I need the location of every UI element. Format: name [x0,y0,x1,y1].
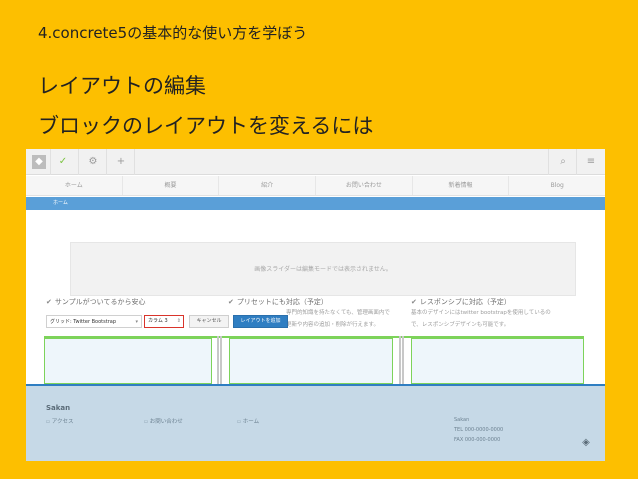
concrete5-screenshot: ◆ ✓ ⚙ + ⌕ ≡ ホーム 概要 紹介 お問い合わせ 新着情報 Blog ホ… [26,149,605,461]
site-footer: Sakan ▫ アクセス ▫ お問い合わせ ▫ ホーム Sakan TEL 000-0… [26,384,605,461]
layout-column-2[interactable] [229,338,393,384]
column-resize-handle[interactable] [220,336,222,384]
columns-field[interactable]: カラム 3 ⇕ [144,315,184,328]
slide-title-line2: ブロックのレイアウトを変えるには [38,114,374,138]
feature-text-3-line2: で、レスポンシブデザインも可能です。 [411,322,510,328]
link-icon: ▫ [144,419,148,425]
check-icon: ✔ [411,298,417,306]
footer-site-name: Sakan [46,404,71,412]
grid-select[interactable]: グリッド: Twitter Bootstrap ▾ [46,315,142,328]
column-resize-handle[interactable] [217,336,219,384]
nav-item-home[interactable]: ホーム [26,176,123,195]
spinner-icon: ⇕ [176,318,181,324]
cancel-button[interactable]: キャンセル [189,315,229,328]
toolbar-divider [50,149,51,175]
feature-title-2: ✔ プリセットにも対応（予定） [228,298,328,306]
concrete5-badge-icon[interactable]: ◈ [580,437,592,449]
toolbar-divider [134,149,135,175]
link-icon: ▫ [237,419,241,425]
toolbar-divider [576,149,577,175]
nav-item-news[interactable]: 新着情報 [413,176,510,195]
layout-column-3[interactable] [411,338,584,384]
slide-header: 4.concrete5の基本的な使い方を学ぼう [38,24,308,42]
column-resize-handle[interactable] [399,336,401,384]
slide-title-line1: レイアウトの編集 [38,74,206,98]
plus-icon[interactable]: + [114,155,128,169]
concrete5-logo-icon[interactable]: ◆ [32,155,46,169]
add-layout-button[interactable]: レイアウトを追加 [233,315,288,328]
breadcrumb[interactable]: ホーム [26,197,605,210]
layout-columns [44,336,584,384]
chevron-down-icon: ▾ [135,319,138,325]
nav-item-intro[interactable]: 紹介 [219,176,317,195]
footer-info-name: Sakan [454,417,470,423]
nav-item-overview[interactable]: 概要 [123,176,220,195]
layout-toolbar: グリッド: Twitter Bootstrap ▾ カラム 3 ⇕ キャンセル … [44,315,288,329]
nav-item-contact[interactable]: お問い合わせ [316,176,413,195]
feature-title-3: ✔ レスポンシブに対応（予定） [411,298,511,306]
link-icon: ▫ [46,419,50,425]
column-resize-handle[interactable] [402,336,404,384]
gear-icon[interactable]: ⚙ [86,155,100,169]
footer-info-fax: FAX 000-000-0000 [454,437,501,443]
feature-title-1: ✔ サンプルがついてるから安心 [46,298,146,306]
toolbar-divider [106,149,107,175]
feature-text-3-line1: 基本のデザインにはtwitter bootstrapを使用しているの [411,310,551,316]
footer-info-tel: TEL 000-0000-0000 [454,427,504,433]
layout-column-1[interactable] [44,338,212,384]
edit-toolbar: ◆ ✓ ⚙ + ⌕ ≡ [26,149,605,175]
footer-link-home[interactable]: ▫ ホーム [237,417,259,425]
footer-divider [26,384,605,386]
image-slider-placeholder[interactable]: 画像スライダーは編集モードでは表示されません。 [70,242,576,296]
site-nav: ホーム 概要 紹介 お問い合わせ 新着情報 Blog [26,176,605,196]
nav-item-blog[interactable]: Blog [509,176,605,195]
search-icon[interactable]: ⌕ [556,155,570,169]
check-icon[interactable]: ✓ [56,155,70,169]
footer-link-access[interactable]: ▫ アクセス [46,417,73,425]
check-icon: ✔ [228,298,234,306]
toolbar-divider [78,149,79,175]
menu-icon[interactable]: ≡ [584,155,598,169]
footer-link-contact[interactable]: ▫ お問い合わせ [144,417,183,425]
check-icon: ✔ [46,298,52,306]
toolbar-divider [548,149,549,175]
